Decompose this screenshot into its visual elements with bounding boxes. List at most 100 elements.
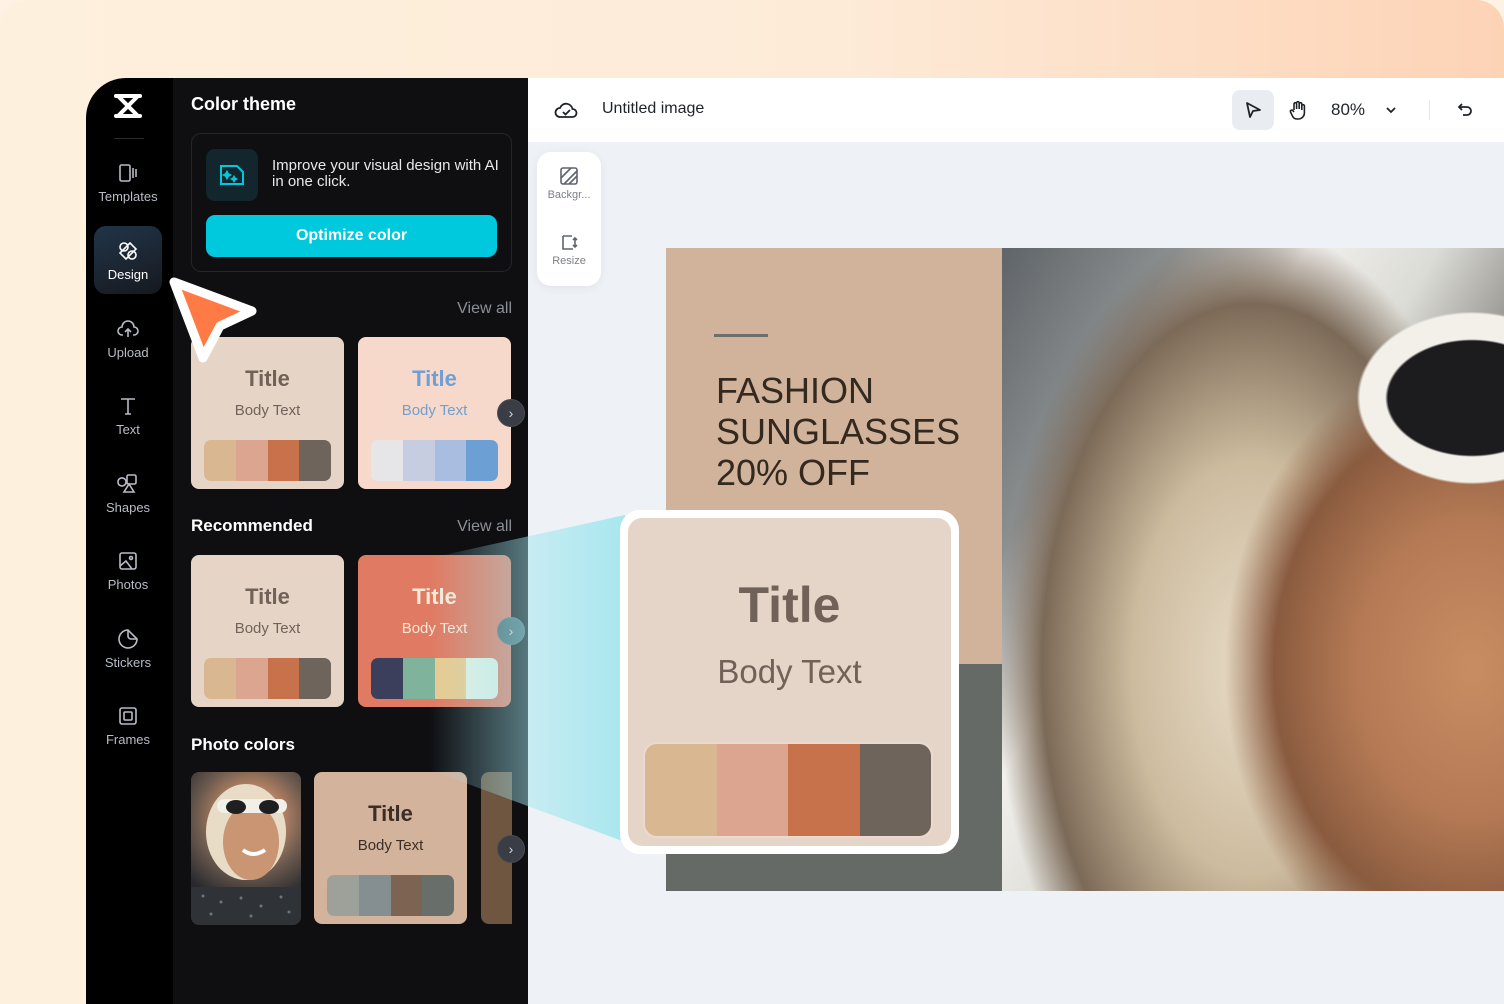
color-palette bbox=[204, 658, 331, 699]
chevron-down-icon bbox=[1386, 107, 1396, 114]
palette-swatch bbox=[267, 658, 300, 699]
next-arrow-button[interactable]: › bbox=[497, 835, 525, 863]
color-palette bbox=[204, 440, 331, 481]
document-title[interactable]: Untitled image bbox=[602, 100, 704, 118]
upload-cloud-icon bbox=[117, 319, 139, 337]
background-icon bbox=[560, 167, 578, 185]
recommended-title: Recommended bbox=[191, 516, 313, 535]
view-all-link[interactable]: View all bbox=[457, 300, 512, 318]
palette-swatch bbox=[267, 440, 300, 481]
panel-title: Color theme bbox=[191, 94, 297, 114]
ai-optimize-card: Improve your visual design with AI in on… bbox=[191, 133, 512, 272]
pointer-icon bbox=[1246, 102, 1261, 118]
rail-item-label: Text bbox=[116, 421, 140, 437]
photo-thumbnail[interactable] bbox=[191, 772, 301, 925]
palette-swatch bbox=[204, 658, 236, 699]
rail-item-label: Frames bbox=[105, 731, 151, 747]
color-theme-panel: Color theme Improve your visual design w… bbox=[173, 78, 528, 1004]
undo-icon bbox=[1457, 103, 1472, 116]
stickers-icon bbox=[118, 628, 138, 649]
left-rail: Templates Design Upload Text Shapes Phot… bbox=[86, 78, 173, 1004]
palette-swatch bbox=[299, 440, 331, 481]
zoom-preview-body: Body Text bbox=[717, 653, 862, 690]
select-tool-button[interactable] bbox=[1232, 90, 1274, 130]
theme-card-body: Body Text bbox=[401, 620, 468, 637]
photos-icon bbox=[119, 551, 137, 570]
theme-card[interactable]: Title Body Text bbox=[358, 337, 511, 489]
templates-icon bbox=[119, 163, 137, 182]
zoom-preview-palette bbox=[643, 742, 933, 838]
frames-icon bbox=[119, 706, 137, 725]
resize-label: Resize bbox=[552, 255, 586, 267]
resize-icon bbox=[562, 235, 578, 250]
background-button[interactable]: Backgr... bbox=[537, 166, 601, 201]
theme-card[interactable]: Title Body Text bbox=[358, 555, 511, 707]
theme-card-body: Body Text bbox=[234, 620, 301, 637]
rail-item-label: Templates bbox=[98, 188, 158, 204]
background-label: Backgr... bbox=[547, 189, 591, 201]
zoom-preview-title: Title bbox=[738, 577, 841, 633]
text-icon bbox=[121, 397, 135, 415]
next-arrow-button[interactable]: › bbox=[497, 399, 525, 427]
view-all-link[interactable]: View all bbox=[457, 518, 512, 536]
rail-item-templates[interactable]: Templates bbox=[94, 148, 162, 216]
theme-card-body: Body Text bbox=[357, 837, 424, 854]
top-bar: Untitled image 80% bbox=[528, 78, 1504, 142]
palette-swatch bbox=[434, 440, 467, 481]
theme-card-title: Title bbox=[368, 801, 413, 826]
capcut-logo-icon bbox=[114, 94, 142, 118]
rail-item-shapes[interactable]: Shapes bbox=[94, 459, 162, 527]
color-palette bbox=[371, 658, 498, 699]
color-palette bbox=[371, 440, 498, 481]
theme-card-body: Body Text bbox=[234, 402, 301, 419]
resize-button[interactable]: Resize bbox=[537, 232, 601, 267]
optimize-color-button[interactable]: Optimize color bbox=[206, 215, 497, 257]
palette-swatch bbox=[299, 658, 331, 699]
palette-swatch bbox=[434, 658, 467, 699]
chevron-right-icon: › bbox=[508, 405, 514, 421]
palette-swatch bbox=[235, 658, 268, 699]
rail-item-label: Design bbox=[107, 266, 149, 282]
rail-item-label: Upload bbox=[107, 344, 149, 360]
hand-tool-button[interactable] bbox=[1277, 90, 1319, 130]
design-icon bbox=[118, 241, 138, 260]
rail-item-text[interactable]: Text bbox=[94, 381, 162, 449]
theme-card[interactable]: Title Body Text bbox=[191, 555, 344, 707]
ai-image-icon bbox=[206, 149, 258, 201]
canvas-headline[interactable]: FASHION SUNGLASSES 20% OFF bbox=[716, 370, 960, 493]
rail-item-design[interactable]: Design bbox=[94, 226, 162, 294]
palette-swatch bbox=[402, 658, 435, 699]
zoom-dropdown-button[interactable] bbox=[1376, 90, 1406, 130]
palette-swatch bbox=[390, 875, 423, 916]
canvas-photo[interactable] bbox=[1002, 248, 1504, 891]
rail-item-stickers[interactable]: Stickers bbox=[94, 614, 162, 682]
palette-swatch bbox=[235, 440, 268, 481]
palette-swatch bbox=[327, 875, 359, 916]
palette-swatch bbox=[358, 875, 391, 916]
theme-card[interactable]: Title Body Text bbox=[314, 772, 467, 924]
palette-swatch bbox=[422, 875, 454, 916]
palette-swatch bbox=[645, 744, 717, 836]
shapes-icon bbox=[117, 473, 137, 493]
rail-item-label: Photos bbox=[107, 576, 149, 592]
color-palette bbox=[327, 875, 454, 916]
palette-swatch bbox=[788, 744, 860, 836]
palette-swatch bbox=[371, 440, 403, 481]
photo-thumbnail-image bbox=[191, 784, 301, 925]
zoom-level[interactable]: 80% bbox=[1331, 100, 1365, 120]
rail-item-frames[interactable]: Frames bbox=[94, 691, 162, 759]
undo-button[interactable] bbox=[1444, 90, 1486, 130]
rail-item-upload[interactable]: Upload bbox=[94, 304, 162, 372]
photo-colors-title: Photo colors bbox=[191, 735, 295, 754]
theme-card-body: Body Text bbox=[401, 402, 468, 419]
chevron-right-icon: › bbox=[508, 841, 514, 857]
toolbar-divider bbox=[1429, 100, 1430, 120]
theme-card-title: Title bbox=[412, 584, 457, 609]
next-arrow-button[interactable]: › bbox=[497, 617, 525, 645]
palette-swatch bbox=[371, 658, 403, 699]
palette-swatch bbox=[402, 440, 435, 481]
palette-swatch bbox=[859, 744, 931, 836]
canvas-accent-line bbox=[714, 334, 768, 337]
cloud-saved-icon[interactable] bbox=[554, 99, 578, 121]
rail-item-photos[interactable]: Photos bbox=[94, 536, 162, 604]
